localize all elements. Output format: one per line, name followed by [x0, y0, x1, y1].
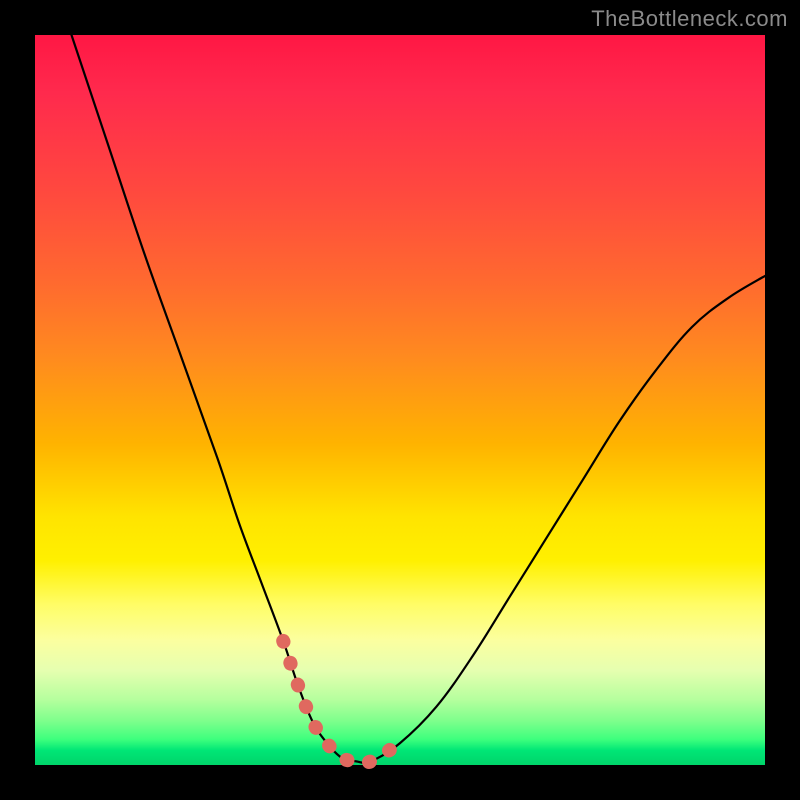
curve-svg [35, 35, 765, 765]
bottleneck-curve [72, 35, 766, 763]
chart-frame: TheBottleneck.com [0, 0, 800, 800]
watermark-text: TheBottleneck.com [591, 6, 788, 32]
bottleneck-optimal-zone [283, 641, 400, 763]
plot-area [35, 35, 765, 765]
